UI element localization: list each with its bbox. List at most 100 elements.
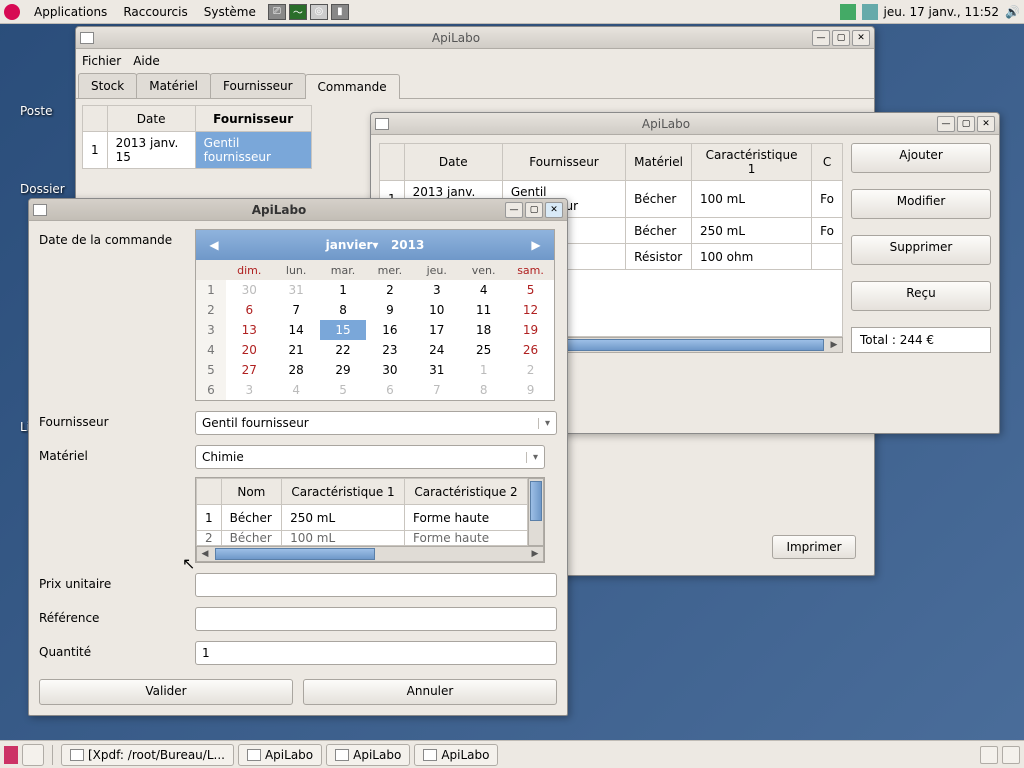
calendar-day[interactable]: 28 — [273, 360, 320, 380]
network-icon[interactable] — [862, 4, 878, 20]
col-nom[interactable]: Nom — [221, 479, 281, 505]
validate-button[interactable]: Valider — [39, 679, 293, 705]
debian-logo-icon[interactable] — [4, 4, 20, 20]
col-date[interactable]: Date — [404, 144, 502, 181]
horizontal-scrollbar[interactable]: ◀ ▶ — [196, 546, 544, 562]
next-month-icon[interactable]: ▶ — [526, 238, 546, 252]
close-button[interactable]: ✕ — [977, 116, 995, 132]
taskbar-item[interactable]: ApiLabo — [326, 744, 410, 766]
menu-aide[interactable]: Aide — [133, 54, 160, 68]
scroll-right-icon[interactable]: ▶ — [527, 549, 543, 559]
col-materiel[interactable]: Matériel — [626, 144, 692, 181]
col-fournisseur[interactable]: Fournisseur — [195, 106, 311, 132]
materiel-table[interactable]: Nom Caractéristique 1 Caractéristique 2 … — [195, 477, 545, 563]
minimize-button[interactable]: — — [505, 202, 523, 218]
menu-fichier[interactable]: Fichier — [82, 54, 121, 68]
minimize-button[interactable]: — — [937, 116, 955, 132]
launcher-icon[interactable]: ⎚ — [268, 4, 286, 20]
table-row[interactable]: 1 2013 janv. 15 Gentil fournisseur — [83, 132, 312, 169]
calendar-day[interactable]: 5 — [320, 380, 367, 400]
calendar-day[interactable]: 30 — [226, 280, 273, 300]
calendar-day[interactable]: 1 — [460, 360, 507, 380]
calendar-day[interactable]: 29 — [320, 360, 367, 380]
calendar-day[interactable]: 13 — [226, 320, 273, 340]
tab-commande[interactable]: Commande — [305, 74, 400, 99]
taskbar-item[interactable]: ApiLabo — [414, 744, 498, 766]
col-fournisseur[interactable]: Fournisseur — [502, 144, 625, 181]
month-label[interactable]: janvier▾ — [326, 238, 379, 252]
col-date[interactable]: Date — [107, 106, 195, 132]
scroll-thumb[interactable] — [215, 548, 375, 560]
calendar-day[interactable]: 2 — [366, 280, 413, 300]
maximize-button[interactable]: ▢ — [525, 202, 543, 218]
taskbar-item[interactable]: [Xpdf: /root/Bureau/L... — [61, 744, 234, 766]
scroll-left-icon[interactable]: ◀ — [197, 549, 213, 559]
calendar-day[interactable]: 23 — [366, 340, 413, 360]
titlebar[interactable]: ApiLabo — ▢ ✕ — [29, 199, 567, 221]
calendar-day[interactable]: 31 — [413, 360, 460, 380]
reference-input[interactable] — [195, 607, 557, 631]
calendar-day[interactable]: 4 — [273, 380, 320, 400]
col-caracteristique[interactable]: Caractéristique 1 — [691, 144, 811, 181]
add-button[interactable]: Ajouter — [851, 143, 991, 173]
calendar[interactable]: ◀ janvier▾ 2013 ▶ dim.lun.mar.mer.jeu.ve… — [195, 229, 555, 401]
menu-applications[interactable]: Applications — [26, 3, 115, 21]
maximize-button[interactable]: ▢ — [832, 30, 850, 46]
calendar-day[interactable]: 27 — [226, 360, 273, 380]
calendar-day[interactable]: 2 — [507, 360, 554, 380]
calendar-day[interactable]: 9 — [507, 380, 554, 400]
calendar-day[interactable]: 15 — [320, 320, 367, 340]
col-idx[interactable] — [197, 479, 222, 505]
calendar-day[interactable]: 7 — [273, 300, 320, 320]
titlebar[interactable]: ApiLabo — ▢ ✕ — [76, 27, 874, 49]
scroll-right-icon[interactable]: ▶ — [826, 340, 842, 350]
col-c2[interactable]: Caractéristique 2 — [405, 479, 528, 505]
launcher-icon[interactable]: 〜 — [289, 4, 307, 20]
fournisseur-select[interactable]: Gentil fournisseur ▾ — [195, 411, 557, 435]
launcher-icon[interactable]: ▮ — [331, 4, 349, 20]
commande-table[interactable]: Date Fournisseur 1 2013 janv. 15 Gentil … — [82, 105, 312, 169]
workspace-switcher-icon[interactable] — [980, 746, 998, 764]
calendar-day[interactable]: 19 — [507, 320, 554, 340]
calendar-day[interactable]: 6 — [366, 380, 413, 400]
modify-button[interactable]: Modifier — [851, 189, 991, 219]
calendar-day[interactable]: 10 — [413, 300, 460, 320]
tab-stock[interactable]: Stock — [78, 73, 137, 98]
trash-icon[interactable] — [1002, 746, 1020, 764]
calendar-day[interactable]: 26 — [507, 340, 554, 360]
calendar-day[interactable]: 3 — [413, 280, 460, 300]
calendar-day[interactable]: 16 — [366, 320, 413, 340]
col-c2[interactable]: C — [812, 144, 843, 181]
calendar-day[interactable]: 24 — [413, 340, 460, 360]
calendar-day[interactable]: 5 — [507, 280, 554, 300]
close-button[interactable]: ✕ — [852, 30, 870, 46]
delete-button[interactable]: Supprimer — [851, 235, 991, 265]
tab-fournisseur[interactable]: Fournisseur — [210, 73, 306, 98]
calendar-day[interactable]: 8 — [460, 380, 507, 400]
tab-materiel[interactable]: Matériel — [136, 73, 211, 98]
col-idx[interactable] — [380, 144, 405, 181]
col-c1[interactable]: Caractéristique 1 — [282, 479, 405, 505]
print-button[interactable]: Imprimer — [772, 535, 856, 559]
maximize-button[interactable]: ▢ — [957, 116, 975, 132]
clock[interactable]: jeu. 17 janv., 11:52 — [884, 5, 1000, 19]
minimize-button[interactable]: — — [812, 30, 830, 46]
menu-systeme[interactable]: Système — [196, 3, 264, 21]
calendar-day[interactable]: 22 — [320, 340, 367, 360]
calendar-day[interactable]: 18 — [460, 320, 507, 340]
menu-raccourcis[interactable]: Raccourcis — [115, 3, 195, 21]
close-button[interactable]: ✕ — [545, 202, 563, 218]
taskbar-item[interactable]: ApiLabo — [238, 744, 322, 766]
materiel-select[interactable]: Chimie ▾ — [195, 445, 545, 469]
panel-icon[interactable] — [4, 746, 18, 764]
calendar-day[interactable]: 4 — [460, 280, 507, 300]
scroll-thumb[interactable] — [530, 481, 542, 521]
calendar-day[interactable]: 1 — [320, 280, 367, 300]
launcher-icon[interactable]: ◎ — [310, 4, 328, 20]
received-button[interactable]: Reçu — [851, 281, 991, 311]
titlebar[interactable]: ApiLabo — ▢ ✕ — [371, 113, 999, 135]
table-row[interactable]: 2 Bécher 100 mL Forme haute — [197, 531, 528, 546]
calendar-day[interactable]: 31 — [273, 280, 320, 300]
calendar-day[interactable]: 14 — [273, 320, 320, 340]
calendar-day[interactable]: 17 — [413, 320, 460, 340]
